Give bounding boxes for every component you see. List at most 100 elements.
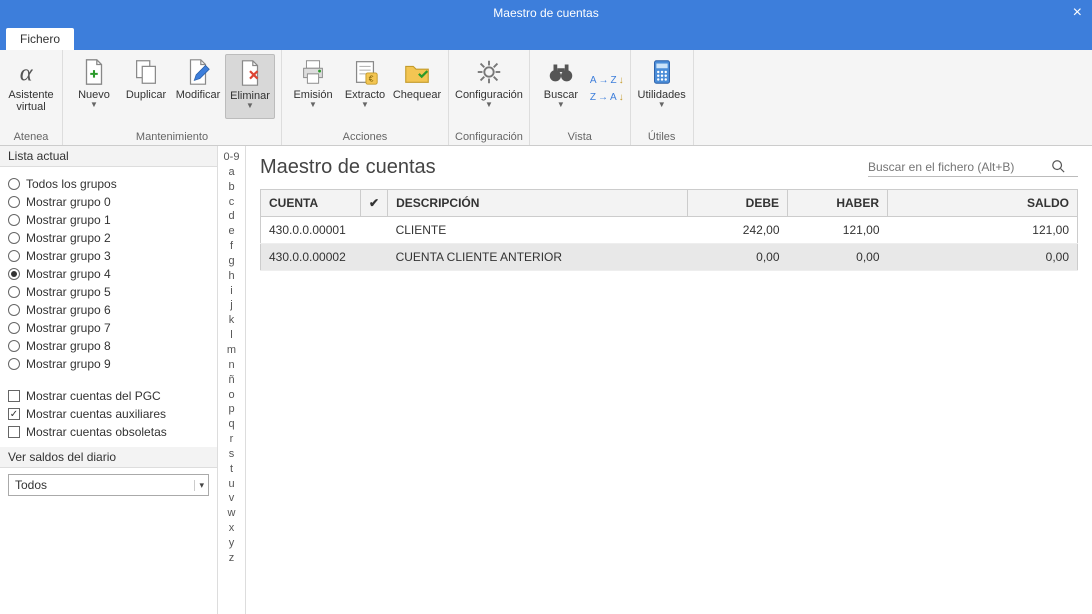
table-row[interactable]: 430.0.0.00002CUENTA CLIENTE ANTERIOR0,00…	[261, 244, 1078, 271]
letter-g[interactable]: g	[228, 254, 234, 269]
radio-3[interactable]: Mostrar grupo 2	[8, 229, 209, 247]
letter-a[interactable]: a	[228, 165, 234, 180]
sort-asc[interactable]: A→Z↓	[590, 75, 624, 86]
ribbon-btn-nuevo[interactable]: Nuevo▼	[69, 54, 119, 119]
col-debe[interactable]: DEBE	[688, 190, 788, 217]
letter-ñ[interactable]: ñ	[228, 373, 234, 388]
radio-label: Mostrar grupo 1	[26, 213, 111, 227]
check-label: Mostrar cuentas auxiliares	[26, 407, 166, 421]
chevron-down-icon: ▼	[557, 101, 565, 110]
letter-t[interactable]: t	[230, 462, 233, 477]
letter-u[interactable]: u	[228, 477, 234, 492]
check-1[interactable]: Mostrar cuentas auxiliares	[8, 405, 209, 423]
sidebar: Lista actual Todos los gruposMostrar gru…	[0, 146, 218, 614]
ribbon-group-label: Vista	[568, 129, 592, 143]
table-row[interactable]: 430.0.0.00001CLIENTE242,00121,00121,00	[261, 217, 1078, 244]
letter-x[interactable]: x	[229, 521, 235, 536]
new-file-icon	[78, 56, 110, 88]
ribbon-btn-label: Asistentevirtual	[8, 89, 53, 115]
radio-icon	[8, 232, 20, 244]
ribbon-btn-modificar[interactable]: Modificar	[173, 54, 223, 119]
cell-descripcion: CLIENTE	[388, 217, 688, 244]
letter-c[interactable]: c	[229, 195, 235, 210]
radio-7[interactable]: Mostrar grupo 6	[8, 301, 209, 319]
check-2[interactable]: Mostrar cuentas obsoletas	[8, 423, 209, 441]
ribbon-btn-utilidades[interactable]: Utilidades▼	[637, 54, 687, 117]
col-haber[interactable]: HABER	[788, 190, 888, 217]
letter-s[interactable]: s	[229, 447, 235, 462]
ribbon-btn-duplicar[interactable]: Duplicar	[121, 54, 171, 119]
radio-label: Mostrar grupo 7	[26, 321, 111, 335]
letter-r[interactable]: r	[230, 432, 234, 447]
cell-debe: 0,00	[688, 244, 788, 271]
checkbox-icon	[8, 426, 20, 438]
radio-8[interactable]: Mostrar grupo 7	[8, 319, 209, 337]
ribbon-btn-label: Configuración▼	[455, 89, 523, 115]
sort-desc[interactable]: Z→A↓	[590, 92, 624, 103]
letter-l[interactable]: l	[230, 328, 232, 343]
cell-saldo: 121,00	[888, 217, 1078, 244]
ribbon-btn-asistente[interactable]: αAsistentevirtual	[6, 54, 56, 117]
col-saldo[interactable]: SALDO	[888, 190, 1078, 217]
search-icon[interactable]	[1048, 159, 1068, 176]
letter-i[interactable]: i	[230, 284, 232, 299]
window-title: Maestro de cuentas	[493, 6, 598, 20]
radio-list: Todos los gruposMostrar grupo 0 Mostrar g…	[0, 167, 217, 381]
ribbon-group: Nuevo▼DuplicarModificarEliminar▼Mantenim…	[63, 50, 282, 145]
radio-icon	[8, 268, 20, 280]
letter-o[interactable]: o	[228, 388, 234, 403]
cell-cuenta: 430.0.0.00001	[261, 217, 361, 244]
ribbon-btn-label: Eliminar▼	[230, 90, 270, 116]
check-0[interactable]: Mostrar cuentas del PGC	[8, 387, 209, 405]
letter-z[interactable]: z	[229, 551, 235, 566]
ribbon-btn-label: Nuevo▼	[78, 89, 110, 115]
ribbon-btn-extracto[interactable]: €Extracto▼	[340, 54, 390, 117]
ribbon-btn-chequear[interactable]: Chequear	[392, 54, 442, 117]
ribbon-group: Configuración▼Configuración	[449, 50, 530, 145]
radio-4[interactable]: Mostrar grupo 3	[8, 247, 209, 265]
radio-5[interactable]: Mostrar grupo 4	[8, 265, 209, 283]
ribbon-btn-label: Utilidades▼	[638, 89, 686, 115]
col-descripcion[interactable]: DESCRIPCIÓN	[388, 190, 688, 217]
radio-10[interactable]: Mostrar grupo 9	[8, 355, 209, 373]
letter-p[interactable]: p	[228, 402, 234, 417]
ribbon-btn-buscar[interactable]: Buscar▼	[536, 54, 586, 117]
search-input[interactable]	[868, 158, 1048, 176]
letter-h[interactable]: h	[228, 269, 234, 284]
ribbon: αAsistentevirtualAteneaNuevo▼DuplicarMod…	[0, 50, 1092, 146]
letter-b[interactable]: b	[228, 180, 234, 195]
radio-label: Mostrar grupo 4	[26, 267, 111, 281]
letter-e[interactable]: e	[228, 224, 234, 239]
letter-y[interactable]: y	[229, 536, 235, 551]
letter-w[interactable]: w	[228, 506, 236, 521]
letter-n[interactable]: n	[228, 358, 234, 373]
diario-dropdown[interactable]: Todos ▾	[8, 474, 209, 496]
chevron-down-icon: ▼	[361, 101, 369, 110]
radio-0[interactable]: Todos los grupos	[8, 175, 209, 193]
radio-1[interactable]: Mostrar grupo 0	[8, 193, 209, 211]
tab-fichero[interactable]: Fichero	[6, 28, 74, 50]
letter-d[interactable]: d	[228, 209, 234, 224]
radio-label: Mostrar grupo 2	[26, 231, 111, 245]
letter-m[interactable]: m	[227, 343, 236, 358]
ribbon-btn-emisión[interactable]: Emisión▼	[288, 54, 338, 117]
letter-q[interactable]: q	[228, 417, 234, 432]
letter-0-9[interactable]: 0-9	[224, 150, 240, 165]
binoculars-icon	[545, 56, 577, 88]
radio-6[interactable]: Mostrar grupo 5	[8, 283, 209, 301]
letter-v[interactable]: v	[229, 491, 235, 506]
ribbon-btn-eliminar[interactable]: Eliminar▼	[225, 54, 275, 119]
letter-f[interactable]: f	[230, 239, 233, 254]
extract-icon: €	[349, 56, 381, 88]
col-cuenta[interactable]: CUENTA	[261, 190, 361, 217]
cell-haber: 0,00	[788, 244, 888, 271]
ribbon-btn-configuración[interactable]: Configuración▼	[464, 54, 514, 117]
radio-9[interactable]: Mostrar grupo 8	[8, 337, 209, 355]
search-box[interactable]	[868, 158, 1078, 177]
radio-2[interactable]: Mostrar grupo 1	[8, 211, 209, 229]
close-icon[interactable]: ×	[1073, 4, 1082, 22]
col-check[interactable]: ✔	[361, 190, 388, 217]
letter-k[interactable]: k	[229, 313, 235, 328]
cell-chk	[361, 217, 388, 244]
letter-j[interactable]: j	[230, 298, 232, 313]
